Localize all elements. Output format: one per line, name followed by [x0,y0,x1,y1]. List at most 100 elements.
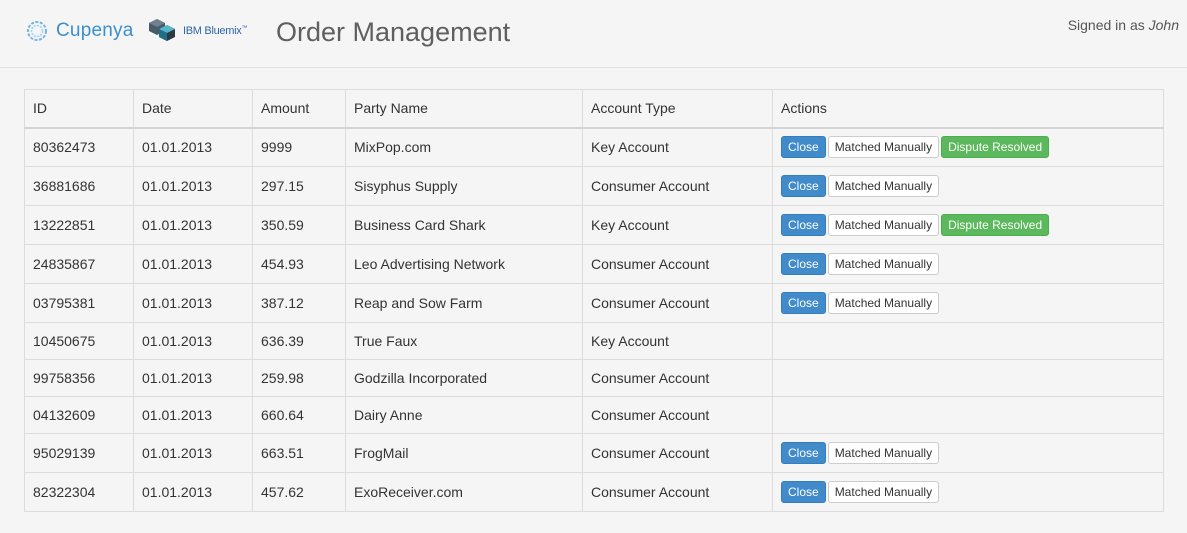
cell-date: 01.01.2013 [133,244,253,284]
cell-account-type: Consumer Account [582,396,773,434]
matched-manually-button[interactable]: Matched Manually [827,253,940,275]
cell-party-name: Business Card Shark [345,205,583,245]
cell-account-type: Key Account [582,205,773,245]
cell-id: 24835867 [24,244,134,284]
close-button[interactable]: Close [781,481,826,503]
table-row[interactable]: 80362473 01.01.2013 9999 MixPop.com Key Acco… [24,127,1164,167]
cell-id: 95029139 [24,433,134,473]
close-button[interactable]: Close [781,175,826,197]
cell-account-type: Consumer Account [582,359,773,397]
trademark-mark: ™ [241,25,248,32]
column-header-amount[interactable]: Amount [252,89,346,129]
cell-account-type: Key Account [582,322,773,360]
cell-date: 01.01.2013 [133,472,253,512]
cell-actions [772,396,1164,434]
cell-date: 01.01.2013 [133,433,253,473]
close-button[interactable]: Close [781,214,826,236]
cell-amount: 663.51 [252,433,346,473]
signed-in-label: Signed in as [1067,17,1145,33]
cell-actions: Close Matched Manually Dispute Resolved [772,127,1164,167]
cupenya-logo-icon [27,21,47,41]
cell-amount: 350.59 [252,205,346,245]
matched-manually-button[interactable]: Matched Manually [827,292,940,314]
cell-id: 03795381 [24,283,134,323]
top-header: Cupenya IBM Bluemix™ Order Management Si… [0,0,1187,68]
table-row[interactable]: 10450675 01.01.2013 636.39 True Faux Key Acc… [24,322,1164,360]
orders-table-container: ID Date Amount Party Name Account Type A… [24,89,1164,512]
dispute-resolved-button[interactable]: Dispute Resolved [941,214,1050,236]
cell-id: 04132609 [24,396,134,434]
cell-party-name: Sisyphus Supply [345,166,583,206]
cell-party-name: Dairy Anne [345,396,583,434]
ibm-bluemix-text: IBM Bluemix™ [183,25,247,37]
close-button[interactable]: Close [781,253,826,275]
cell-amount: 454.93 [252,244,346,284]
cell-date: 01.01.2013 [133,283,253,323]
cell-date: 01.01.2013 [133,166,253,206]
cell-id: 80362473 [24,127,134,167]
cell-party-name: ExoReceiver.com [345,472,583,512]
table-row[interactable]: 13222851 01.01.2013 350.59 Business Card Sh… [24,205,1164,245]
column-header-party-name[interactable]: Party Name [345,89,583,129]
cell-actions: Close Matched Manually [772,283,1164,323]
cell-account-type: Consumer Account [582,244,773,284]
column-header-date[interactable]: Date [133,89,253,129]
matched-manually-button[interactable]: Matched Manually [827,214,940,236]
column-header-account-type[interactable]: Account Type [582,89,773,129]
table-row[interactable]: 99758356 01.01.2013 259.98 Godzilla Incorpo… [24,359,1164,397]
cell-id: 10450675 [24,322,134,360]
close-button[interactable]: Close [781,292,826,314]
cell-id: 82322304 [24,472,134,512]
cell-account-type: Key Account [582,127,773,167]
cell-actions: Close Matched Manually [772,244,1164,284]
cell-date: 01.01.2013 [133,396,253,434]
cell-account-type: Consumer Account [582,283,773,323]
cell-amount: 259.98 [252,359,346,397]
cell-amount: 660.64 [252,396,346,434]
cell-party-name: Leo Advertising Network [345,244,583,284]
signed-in-status: Signed in as John [1068,17,1179,33]
matched-manually-button[interactable]: Matched Manually [827,442,940,464]
cell-actions [772,359,1164,397]
table-row[interactable]: 36881686 01.01.2013 297.15 Sisyphus Supply C… [24,166,1164,206]
matched-manually-button[interactable]: Matched Manually [827,175,940,197]
cupenya-logo[interactable]: Cupenya [26,18,133,44]
dispute-resolved-button[interactable]: Dispute Resolved [941,136,1050,159]
matched-manually-button[interactable]: Matched Manually [827,481,940,503]
cupenya-logo-text: Cupenya [56,20,134,41]
cell-amount: 457.62 [252,472,346,512]
page-title: Order Management [276,17,511,47]
cell-actions: Close Matched Manually [772,472,1164,512]
ibm-bluemix-logo[interactable]: IBM Bluemix™ [147,15,247,47]
table-row[interactable]: 24835867 01.01.2013 454.93 Leo Advertising … [24,244,1164,284]
cell-actions: Close Matched Manually [772,166,1164,206]
table-row[interactable]: 03795381 01.01.2013 387.12 Reap and Sow Far… [24,283,1164,323]
cell-party-name: Reap and Sow Farm [345,283,583,323]
matched-manually-button[interactable]: Matched Manually [827,136,940,159]
cell-account-type: Consumer Account [582,472,773,512]
table-row[interactable]: 04132609 01.01.2013 660.64 Dairy Anne Consum… [24,396,1164,434]
column-header-id[interactable]: ID [24,89,134,129]
ibm-bluemix-label: IBM Bluemix [183,25,242,37]
cell-party-name: True Faux [345,322,583,360]
table-header-row: ID Date Amount Party Name Account Type A… [24,89,1164,129]
close-button[interactable]: Close [781,136,826,159]
cell-date: 01.01.2013 [133,205,253,245]
cell-date: 01.01.2013 [133,322,253,360]
close-button[interactable]: Close [781,442,826,464]
cell-party-name: Godzilla Incorporated [345,359,583,397]
table-row[interactable]: 82322304 01.01.2013 457.62 ExoReceiver.com C… [24,472,1164,512]
cell-party-name: FrogMail [345,433,583,473]
cell-actions [772,322,1164,360]
orders-table-body: 80362473 01.01.2013 9999 MixPop.com Key Acco… [24,127,1164,512]
cell-actions: Close Matched Manually [772,433,1164,473]
table-row[interactable]: 95029139 01.01.2013 663.51 FrogMail Consumer… [24,433,1164,473]
cell-date: 01.01.2013 [133,127,253,167]
orders-table: ID Date Amount Party Name Account Type A… [24,89,1164,512]
cell-id: 36881686 [24,166,134,206]
bluemix-cube-icon [149,19,175,41]
cell-amount: 387.12 [252,283,346,323]
column-header-actions: Actions [772,89,1164,129]
user-name[interactable]: John [1149,17,1179,33]
cell-party-name: MixPop.com [345,127,583,167]
